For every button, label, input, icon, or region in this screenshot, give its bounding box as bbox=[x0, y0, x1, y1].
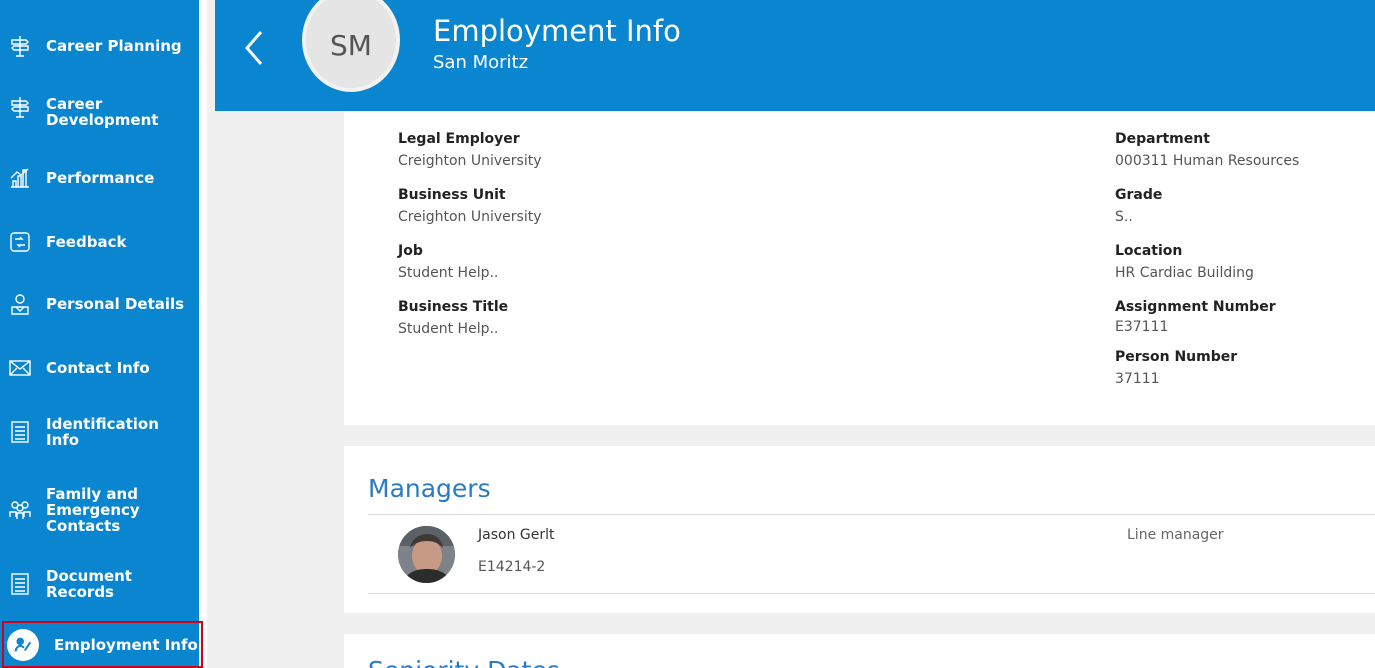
sidebar-item-career-development[interactable]: Career Development bbox=[0, 88, 199, 136]
document-icon bbox=[7, 419, 33, 445]
person-number-value: 37111 bbox=[1115, 371, 1160, 387]
employment-icon bbox=[7, 628, 39, 661]
business-title-label: Business Title bbox=[398, 299, 509, 315]
sidebar-item-document-records[interactable]: Document Records bbox=[0, 564, 199, 604]
sidebar-item-identification-info[interactable]: Identification Info bbox=[0, 412, 199, 452]
job-value: Student Help.. bbox=[398, 265, 499, 281]
sidebar-item-performance[interactable]: Performance bbox=[0, 158, 199, 198]
department-value: 000311 Human Resources bbox=[1115, 153, 1300, 169]
page-title: Employment Info bbox=[433, 14, 681, 48]
seniority-section-title: Seniority Dates bbox=[368, 656, 560, 668]
manager-id: E14214-2 bbox=[478, 559, 546, 575]
business-unit-label: Business Unit bbox=[398, 187, 506, 203]
sidebar-nav: Career Planning Career Development Perfo… bbox=[0, 0, 207, 668]
department-label: Department bbox=[1115, 131, 1210, 147]
assignment-number-value: E37111 bbox=[1115, 319, 1169, 335]
location-label: Location bbox=[1115, 243, 1183, 259]
sidebar-item-feedback[interactable]: Feedback bbox=[0, 222, 199, 262]
row-divider bbox=[368, 593, 1375, 594]
managers-section-title: Managers bbox=[368, 474, 491, 503]
seniority-dates-card: Seniority Dates bbox=[344, 634, 1375, 668]
feedback-icon bbox=[7, 229, 33, 255]
legal-employer-value: Creighton University bbox=[398, 153, 542, 169]
business-unit-value: Creighton University bbox=[398, 209, 542, 225]
employment-details-card: Legal Employer Creighton University Busi… bbox=[344, 111, 1375, 425]
page-subtitle: San Moritz bbox=[433, 52, 529, 73]
assignment-number-label: Assignment Number bbox=[1115, 299, 1276, 315]
bar-chart-icon bbox=[7, 165, 33, 191]
person-number-label: Person Number bbox=[1115, 349, 1238, 365]
managers-card: Managers Jason Gerlt E14214-2 Line manag… bbox=[344, 446, 1375, 613]
envelope-icon bbox=[7, 355, 33, 381]
grade-label: Grade bbox=[1115, 187, 1163, 203]
signpost-icon bbox=[7, 33, 33, 59]
sidebar-item-family-emergency-contacts[interactable]: Family and Emergency Contacts bbox=[0, 478, 199, 542]
manager-name[interactable]: Jason Gerlt bbox=[478, 527, 555, 543]
chevron-left-icon bbox=[245, 31, 263, 65]
people-icon bbox=[7, 496, 33, 522]
section-divider bbox=[368, 514, 1375, 515]
person-icon bbox=[7, 291, 33, 317]
signpost-icon bbox=[7, 94, 33, 120]
sidebar-item-contact-info[interactable]: Contact Info bbox=[0, 348, 199, 388]
sidebar-item-personal-details[interactable]: Personal Details bbox=[0, 284, 199, 324]
avatar-initials: SM bbox=[330, 28, 372, 62]
legal-employer-label: Legal Employer bbox=[398, 131, 520, 147]
location-value: HR Cardiac Building bbox=[1115, 265, 1254, 281]
back-button[interactable] bbox=[239, 28, 269, 68]
grade-value: S.. bbox=[1115, 209, 1133, 225]
page-header: SM Employment Info San Moritz bbox=[215, 0, 1375, 111]
job-label: Job bbox=[398, 243, 423, 259]
sidebar-item-career-planning[interactable]: Career Planning bbox=[0, 26, 199, 66]
business-title-value: Student Help.. bbox=[398, 321, 499, 337]
sidebar-item-employment-info[interactable]: Employment Info bbox=[2, 621, 203, 668]
document-icon bbox=[7, 571, 33, 597]
avatar: SM bbox=[302, 0, 400, 92]
manager-photo bbox=[398, 526, 455, 583]
manager-role: Line manager bbox=[1127, 527, 1224, 543]
